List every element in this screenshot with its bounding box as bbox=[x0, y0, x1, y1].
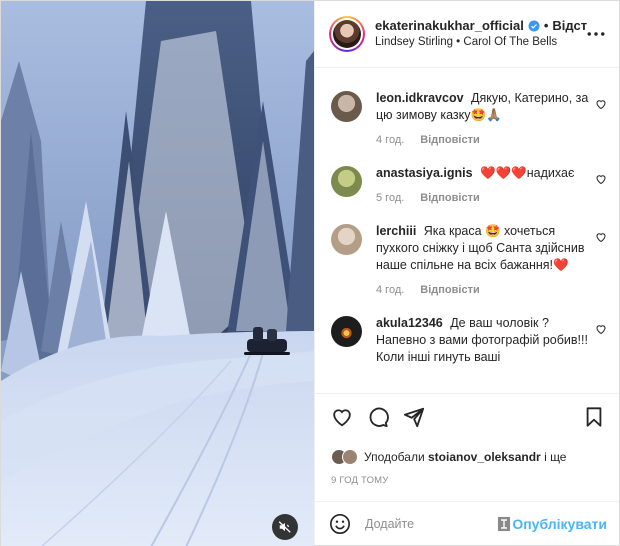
commenter-avatar[interactable] bbox=[331, 91, 362, 122]
publish-button[interactable]: Опублікувати bbox=[498, 516, 607, 532]
commenter-avatar[interactable] bbox=[331, 166, 362, 197]
post-header: ekaterinakukhar_official • Відст Lindsey… bbox=[315, 1, 619, 68]
text-cursor-icon bbox=[498, 516, 511, 531]
instagram-post: ekaterinakukhar_official • Відст Lindsey… bbox=[0, 0, 620, 546]
snowy-forest-image bbox=[1, 1, 314, 546]
emoji-smiley-icon[interactable] bbox=[329, 513, 351, 535]
comment-text: ❤️❤️❤️надихає bbox=[480, 166, 575, 180]
comment-item: akula12346 Де ваш чоловік ? Напевно з ва… bbox=[331, 315, 607, 366]
likes-prefix: Уподобали bbox=[364, 450, 425, 464]
bookmark-icon[interactable] bbox=[583, 406, 605, 428]
comments-list: leon.idkravcov Дякую, Катерино, за цю зи… bbox=[315, 68, 619, 393]
comment-bubble-icon[interactable] bbox=[367, 406, 389, 428]
heart-outline-icon[interactable] bbox=[595, 98, 607, 110]
likes-suffix[interactable]: і ще bbox=[544, 450, 566, 464]
comment-username[interactable]: leon.idkravcov bbox=[376, 91, 464, 105]
comment-username[interactable]: anastasiya.ignis bbox=[376, 166, 473, 180]
liker-avatar[interactable] bbox=[342, 449, 358, 465]
heart-outline-icon[interactable] bbox=[595, 231, 607, 243]
audio-track-link[interactable]: Lindsey Stirling • Carol Of The Bells bbox=[375, 35, 587, 51]
speaker-muted-icon bbox=[278, 521, 291, 533]
comment-username[interactable]: akula12346 bbox=[376, 316, 443, 330]
author-avatar[interactable] bbox=[329, 16, 365, 52]
comment-input[interactable] bbox=[365, 516, 470, 531]
like-heart-icon[interactable] bbox=[331, 406, 353, 428]
more-dots-icon[interactable] bbox=[587, 26, 605, 42]
comment-item: leon.idkravcov Дякую, Катерино, за цю зи… bbox=[331, 90, 607, 149]
verified-badge-icon bbox=[528, 20, 540, 32]
reply-button[interactable]: Відповісти bbox=[420, 190, 479, 207]
header-separator: • bbox=[543, 18, 549, 34]
post-timestamp[interactable]: 9 ГОД ТОМУ bbox=[315, 469, 619, 495]
liker-username[interactable]: stoianov_oleksandr bbox=[428, 450, 541, 464]
add-comment-bar: Опублікувати bbox=[315, 501, 619, 545]
commenter-avatar[interactable] bbox=[331, 316, 362, 347]
follow-button[interactable]: Відст bbox=[552, 17, 587, 35]
comment-item: anastasiya.ignis ❤️❤️❤️надихає 5 год. Ві… bbox=[331, 165, 607, 207]
reply-button[interactable]: Відповісти bbox=[420, 282, 479, 299]
comment-time[interactable]: 5 год. bbox=[376, 190, 404, 207]
comment-time[interactable]: 4 год. bbox=[376, 282, 404, 299]
heart-outline-icon[interactable] bbox=[595, 173, 607, 185]
share-paper-plane-icon[interactable] bbox=[403, 406, 425, 428]
commenter-avatar[interactable] bbox=[331, 224, 362, 255]
post-side-panel: ekaterinakukhar_official • Відст Lindsey… bbox=[314, 1, 619, 545]
heart-outline-icon[interactable] bbox=[595, 323, 607, 335]
author-username[interactable]: ekaterinakukhar_official bbox=[375, 17, 524, 35]
post-media-video[interactable] bbox=[1, 1, 314, 546]
likes-summary: Уподобали stoianov_oleksandr і ще bbox=[315, 439, 619, 469]
comment-username[interactable]: lerchiii bbox=[376, 224, 416, 238]
comment-time[interactable]: 4 год. bbox=[376, 132, 404, 149]
post-actions-bar bbox=[315, 393, 619, 439]
comment-item: lerchiii Яка краса 🤩 хочеться пухкого сн… bbox=[331, 223, 607, 299]
reply-button[interactable]: Відповісти bbox=[420, 132, 479, 149]
publish-label: Опублікувати bbox=[512, 515, 607, 532]
mute-button[interactable] bbox=[272, 514, 298, 540]
